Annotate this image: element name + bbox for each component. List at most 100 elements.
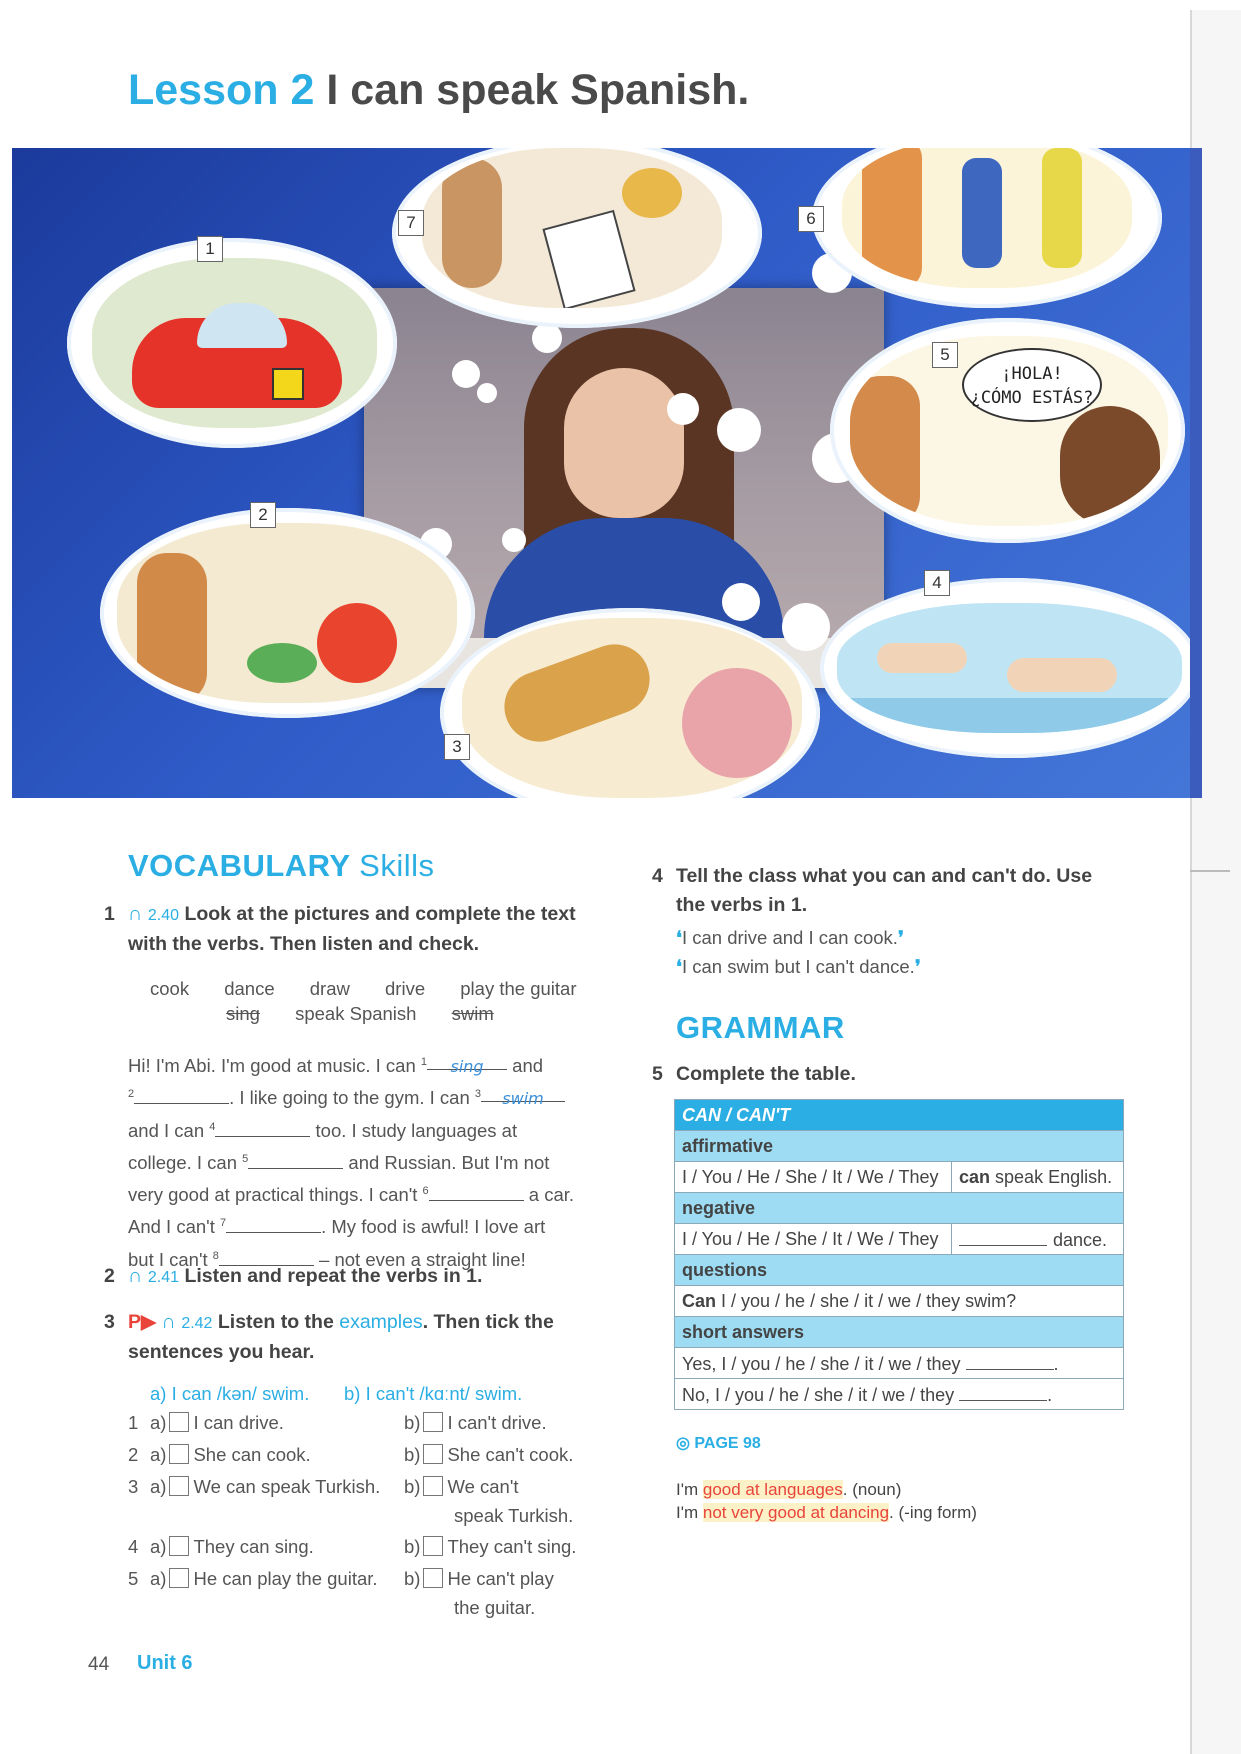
headphones-icon: ∩ xyxy=(128,903,143,925)
gap-2[interactable] xyxy=(134,1085,230,1105)
lesson-heading: I can speak Spanish. xyxy=(326,66,750,114)
item-number: 1 xyxy=(128,1412,139,1433)
option-text: We can speak Turkish. xyxy=(193,1476,381,1497)
option-label: b) xyxy=(404,1412,421,1433)
table-row: No, I / you / he / she / it / we / they … xyxy=(674,1378,1124,1410)
checkbox[interactable] xyxy=(423,1568,444,1588)
checkbox[interactable] xyxy=(423,1444,444,1464)
short-answer-no: No, I / you / he / she / it / we / they … xyxy=(674,1378,1124,1410)
examples-link[interactable]: examples xyxy=(339,1311,422,1333)
table-negative-label: negative xyxy=(674,1192,1124,1224)
option-a: a) They can sing. xyxy=(150,1532,314,1561)
task-4-number: 4 xyxy=(652,865,663,887)
task-2: 2 ∩ 2.41 Listen and repeat the verbs in … xyxy=(104,1262,598,1292)
text-segment: and xyxy=(507,1055,544,1076)
task-3-item: 2 a) She can cook. b) She can't cook. xyxy=(128,1440,608,1472)
gap-line-2: 2. I like going to the gym. I can 3 swim xyxy=(128,1080,598,1112)
table-row: Can I / you / he / she / it / we / they … xyxy=(674,1285,1124,1317)
task-4: 4 Tell the class what you can and can't … xyxy=(652,862,1116,920)
option-label: b) xyxy=(404,1444,421,1465)
page-edge-tab xyxy=(1190,148,1202,798)
gap-answer-1[interactable]: sing xyxy=(427,1051,508,1076)
task-4-example-2: ❛I can swim but I can't dance.❜ xyxy=(676,952,921,981)
question-row: Can I / you / he / she / it / we / they … xyxy=(674,1285,1124,1317)
item-number: 2 xyxy=(128,1444,139,1465)
option-text: She can't cook. xyxy=(447,1444,574,1465)
no-gap[interactable] xyxy=(959,1382,1048,1401)
checkbox[interactable] xyxy=(423,1536,444,1556)
vocabulary-heading-main: VOCABULARY xyxy=(128,848,351,883)
task-3: 3 P▶ ∩ 2.42 Listen to the examples. Then… xyxy=(104,1308,598,1367)
text-segment: college. I can xyxy=(128,1151,243,1173)
page-reference-link[interactable]: ◎ PAGE 98 xyxy=(676,1433,761,1453)
option-text-cont: the guitar. xyxy=(454,1597,536,1618)
aff-subject: I / You / He / She / It / We / They xyxy=(674,1161,952,1193)
item-number: 3 xyxy=(128,1476,139,1497)
checkbox[interactable] xyxy=(169,1568,190,1588)
gap-line-6: And I can't 7. My food is awful! I love … xyxy=(128,1209,598,1241)
option-label: b) xyxy=(404,1568,421,1589)
option-text-cont: speak Turkish. xyxy=(454,1505,574,1526)
text-segment: too. I study languages at xyxy=(310,1119,518,1141)
table-questions-label: questions xyxy=(674,1254,1124,1286)
table-row: I / You / He / She / It / We / They danc… xyxy=(674,1223,1124,1255)
gap-5[interactable] xyxy=(248,1150,344,1169)
option-text: We can't xyxy=(447,1476,519,1497)
checkbox[interactable] xyxy=(169,1536,190,1556)
task-1: 1 ∩ 2.40 Look at the pictures and comple… xyxy=(104,900,598,959)
task-2-number: 2 xyxy=(104,1265,115,1287)
option-text: They can't sing. xyxy=(447,1536,577,1557)
option-label: a) xyxy=(150,1568,167,1589)
scene-drawing xyxy=(422,148,722,308)
gap-6[interactable] xyxy=(428,1182,524,1202)
word-sing: sing xyxy=(226,1003,260,1024)
picture-number-1: 1 xyxy=(197,236,223,262)
table-row: I / You / He / She / It / We / They can … xyxy=(674,1161,1124,1193)
task-4-example-1: ❛I can drive and I can cook.❜ xyxy=(676,923,904,952)
note-text: . (-ing form) xyxy=(889,1503,977,1522)
task-3-item: 4 a) They can sing. b) They can't sing. xyxy=(128,1532,608,1564)
word-box-row-1: cook dance draw drive play the guitar xyxy=(150,978,576,1000)
text-segment: Hi! I'm Abi. I'm good at music. I can xyxy=(128,1055,421,1076)
neg-gap[interactable] xyxy=(959,1227,1047,1246)
text-segment: very good at practical things. I can't xyxy=(128,1184,423,1206)
option-b: b) They can't sing. xyxy=(404,1532,576,1561)
gap-answer-3[interactable]: swim xyxy=(481,1083,566,1108)
page-number: 44 xyxy=(88,1654,110,1675)
task-4-instruction: Tell the class what you can and can't do… xyxy=(676,865,1093,916)
picture-number-4: 4 xyxy=(924,570,950,596)
close-quote-icon: ❜ xyxy=(897,927,904,948)
task-3-example-b: b) I can't /kɑːnt/ swim. xyxy=(344,1383,523,1404)
text-segment: And I can't xyxy=(128,1216,220,1238)
checkbox[interactable] xyxy=(169,1444,190,1464)
yes-gap[interactable] xyxy=(965,1351,1054,1370)
picture-number-2: 2 xyxy=(250,502,276,528)
task-3-instruction-a: Listen to the xyxy=(217,1311,340,1333)
speech-line-1: ¡HOLA! xyxy=(1001,364,1063,384)
aff-verb-rest: speak English. xyxy=(990,1166,1113,1187)
note-text: I'm xyxy=(676,1503,703,1522)
example-text: I can swim but I can't dance. xyxy=(681,956,915,977)
note-text: . (noun) xyxy=(842,1480,902,1499)
thought-bubble xyxy=(667,393,699,425)
question-rest: I / you / he / she / it / we / they swim… xyxy=(716,1290,1017,1311)
word-drive: drive xyxy=(385,978,426,999)
item-number: 5 xyxy=(128,1568,139,1589)
note-highlight: good at languages xyxy=(702,1480,843,1499)
checkbox[interactable] xyxy=(169,1412,190,1432)
checkbox[interactable] xyxy=(423,1412,444,1432)
word-play-the-guitar: play the guitar xyxy=(460,978,577,999)
neg-subject: I / You / He / She / It / We / They xyxy=(674,1223,952,1255)
gap-4[interactable] xyxy=(215,1118,311,1137)
option-label: a) xyxy=(150,1536,167,1557)
grammar-note-2: I'm not very good at dancing. (-ing form… xyxy=(676,1503,977,1523)
option-text: They can sing. xyxy=(193,1536,314,1557)
arrow-circle-icon: ◎ xyxy=(676,1435,690,1452)
gap-7[interactable] xyxy=(226,1214,322,1234)
option-b: b) We can't xyxy=(404,1472,519,1501)
checkbox[interactable] xyxy=(423,1476,444,1496)
option-a: a) He can play the guitar. xyxy=(150,1564,378,1593)
option-text: He can't play xyxy=(447,1568,554,1589)
checkbox[interactable] xyxy=(169,1476,190,1496)
note-highlight: not very good at dancing xyxy=(702,1503,890,1522)
